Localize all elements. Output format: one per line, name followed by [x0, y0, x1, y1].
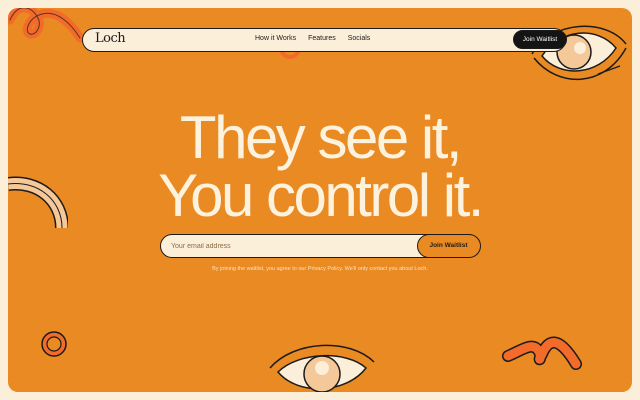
headline-line-1: They see it, — [179, 104, 463, 171]
nav-link-how-it-works[interactable]: How it Works — [255, 35, 296, 42]
squiggle-shape-top-left — [8, 8, 85, 43]
nav-link-features[interactable]: Features — [308, 35, 336, 42]
ring-shape-bottom-left — [41, 331, 67, 357]
page-frame: Loch How it Works Features Socials Join … — [8, 8, 632, 392]
nav-bar: Loch How it Works Features Socials Join … — [82, 28, 567, 52]
email-input[interactable] — [171, 238, 411, 254]
eye-icon-bottom — [269, 344, 375, 392]
nav-link-socials[interactable]: Socials — [348, 35, 371, 42]
headline-line-2: You control it. — [158, 162, 484, 229]
squiggle-shape-bottom-right — [502, 336, 582, 370]
join-waitlist-nav-button[interactable]: Join Waitlist — [513, 30, 567, 49]
nav-links: How it Works Features Socials — [255, 35, 370, 42]
join-waitlist-button[interactable]: Join Waitlist — [416, 233, 481, 258]
eye-icon-top-right — [531, 25, 627, 80]
logo[interactable]: Loch — [95, 31, 126, 46]
signup-form: Join Waitlist — [160, 233, 481, 258]
privacy-disclaimer: By joining the waitlist, you agree to ou… — [212, 266, 428, 272]
